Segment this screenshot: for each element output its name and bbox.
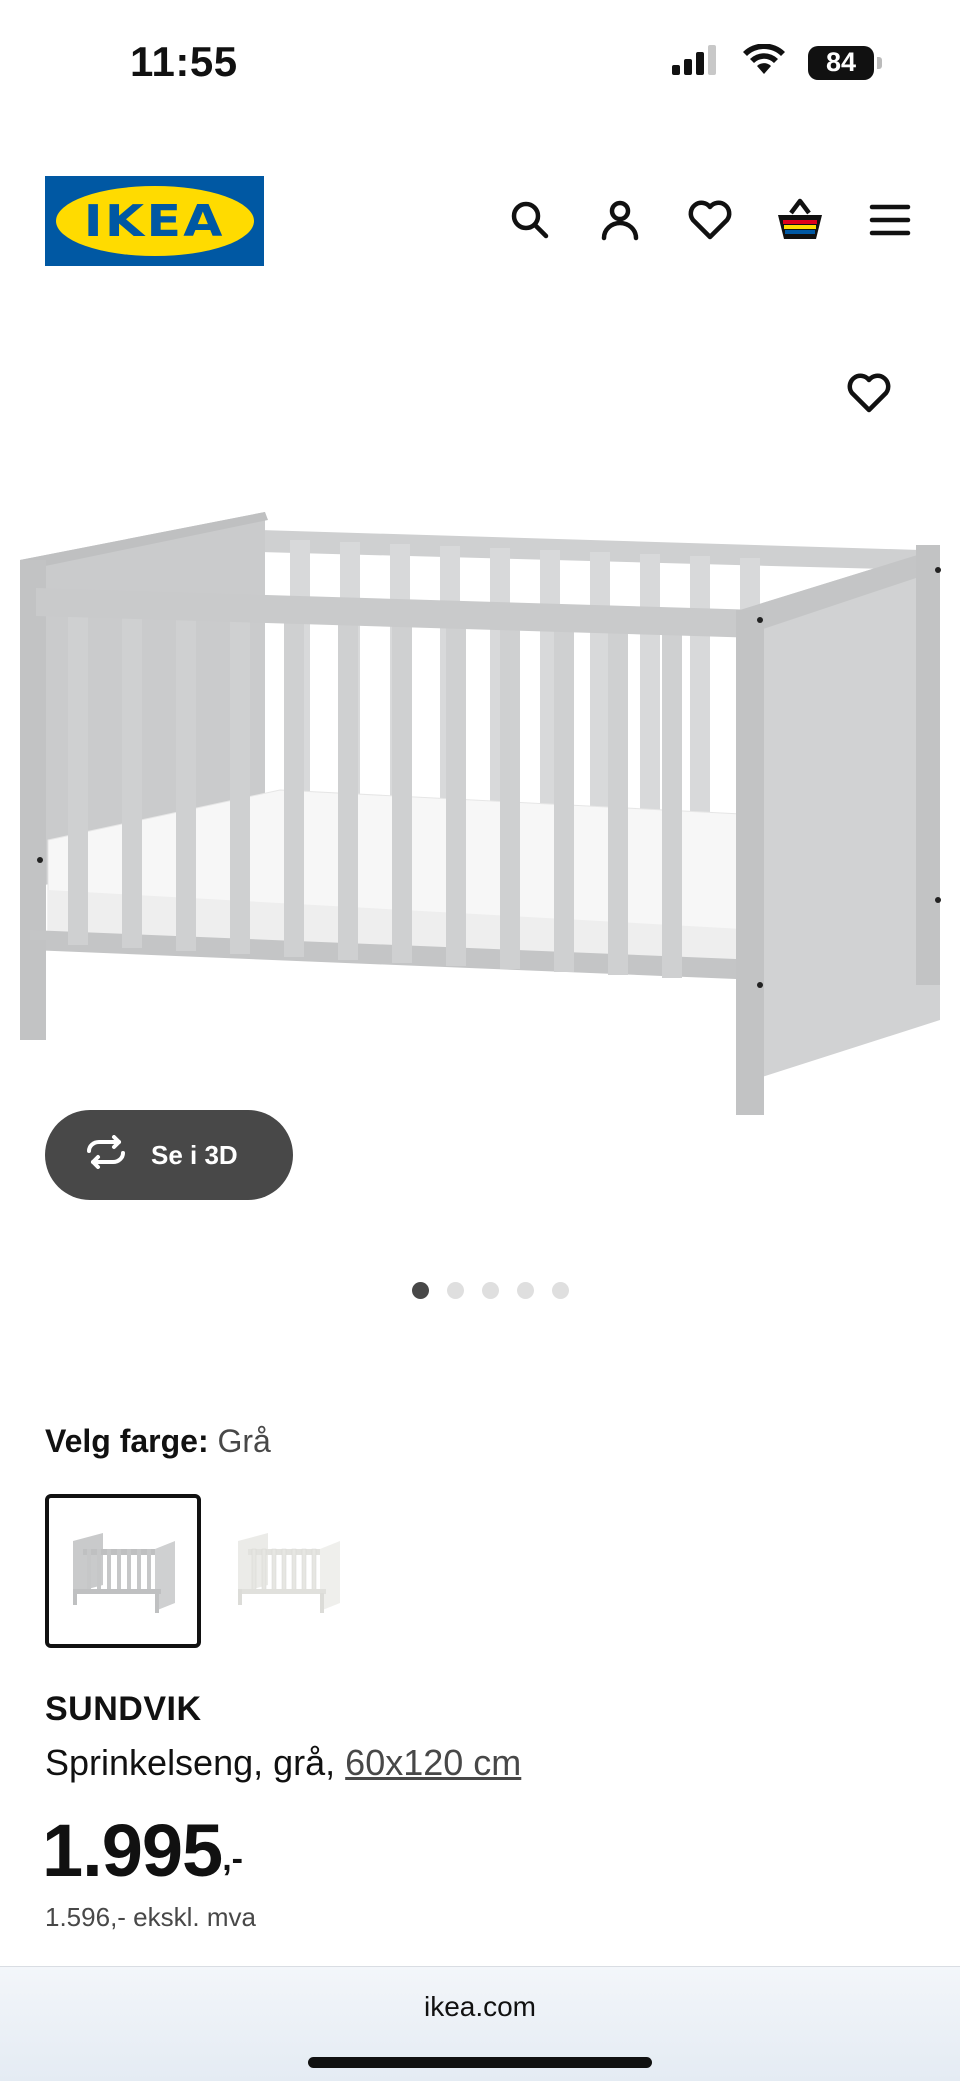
color-label-title: Velg farge: <box>45 1423 209 1459</box>
color-swatch-white[interactable] <box>210 1494 366 1648</box>
account-icon[interactable] <box>590 190 650 250</box>
add-to-favorites-heart-icon[interactable] <box>838 362 900 424</box>
product-gallery[interactable]: Se i 3D <box>0 340 960 1340</box>
status-time: 11:55 <box>130 38 238 85</box>
site-header: IKEA <box>0 160 960 280</box>
search-icon[interactable] <box>500 190 560 250</box>
gallery-dot-1[interactable] <box>411 1282 429 1299</box>
rotate-3d-icon <box>83 1134 129 1176</box>
swatch-crib-white-image <box>238 1533 340 1613</box>
gallery-dot-5[interactable] <box>551 1282 569 1299</box>
product-price: 1.995 ,- <box>42 1808 243 1893</box>
product-description-text: Sprinkelseng, grå, <box>45 1742 346 1783</box>
product-size-link[interactable]: 60x120 cm <box>345 1742 521 1783</box>
home-indicator[interactable] <box>308 2057 652 2068</box>
price-excluding-vat: 1.596,- ekskl. mva <box>45 1902 256 1932</box>
status-icons: 84 <box>672 43 882 81</box>
product-page: 11:55 84 IKEA Se i 3D Velg farge: Grå SU… <box>0 0 960 2081</box>
logo-text: IKEA <box>84 195 225 247</box>
gallery-pagination <box>0 1282 960 1299</box>
menu-icon[interactable] <box>860 190 920 250</box>
product-name: SUNDVIK <box>45 1690 202 1728</box>
color-swatch-gray[interactable] <box>45 1494 201 1648</box>
status-bar: 11:55 84 <box>0 0 960 130</box>
product-image-crib <box>20 512 941 1115</box>
view-in-3d-label: Se i 3D <box>151 1139 238 1170</box>
browser-address-bar[interactable]: ikea.com <box>0 1966 960 2081</box>
wifi-icon <box>742 43 786 81</box>
ikea-logo[interactable]: IKEA <box>45 176 264 266</box>
favorites-heart-icon[interactable] <box>680 190 740 250</box>
view-in-3d-button[interactable]: Se i 3D <box>45 1110 293 1200</box>
basket-icon[interactable] <box>770 190 830 250</box>
logo-oval: IKEA <box>55 186 254 256</box>
cellular-signal-icon <box>672 45 720 80</box>
url-text[interactable]: ikea.com <box>0 1991 960 2023</box>
header-actions <box>500 190 920 250</box>
battery-indicator: 84 <box>808 45 882 80</box>
color-selector-label: Velg farge: Grå <box>45 1423 271 1460</box>
gallery-dot-3[interactable] <box>481 1282 499 1299</box>
gallery-dot-4[interactable] <box>516 1282 534 1299</box>
price-suffix: ,- <box>222 1840 243 1878</box>
selected-color-value: Grå <box>217 1423 271 1459</box>
product-description: Sprinkelseng, grå, 60x120 cm <box>45 1742 521 1784</box>
swatch-crib-gray-image <box>73 1533 175 1613</box>
gallery-dot-2[interactable] <box>446 1282 464 1299</box>
price-amount: 1.995 <box>42 1809 223 1892</box>
